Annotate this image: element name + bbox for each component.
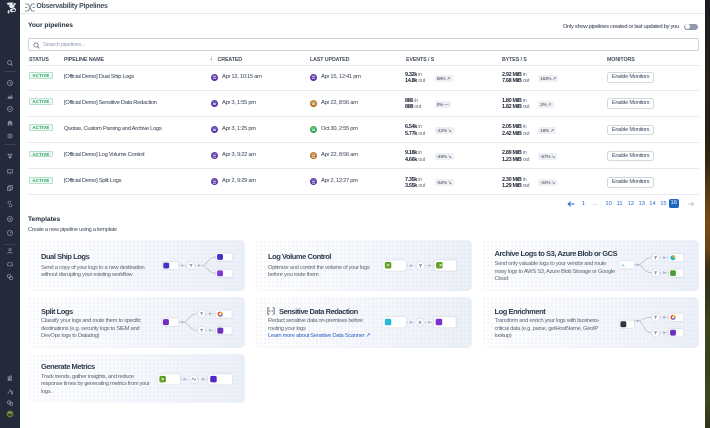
svg-text:>: >	[386, 263, 389, 269]
svg-text:>: >	[161, 377, 164, 383]
svg-text:A: A	[621, 263, 624, 268]
svg-text:>: >	[439, 263, 442, 269]
